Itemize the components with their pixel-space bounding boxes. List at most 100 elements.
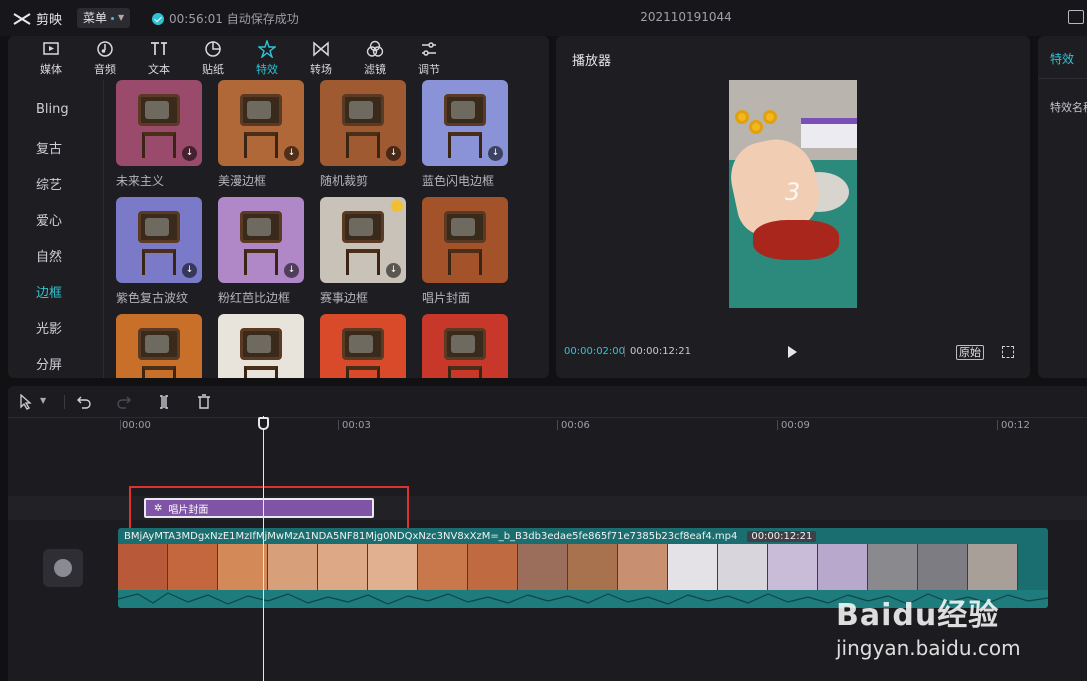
effect-label: 随机裁剪 [320, 174, 369, 188]
badge-icon [391, 200, 403, 212]
effect-card[interactable]: ↓ 美漫边框 [218, 80, 304, 189]
watermark: Baidu经验 jingyan.baidu.com [836, 590, 1021, 660]
effect-thumbnail: ↓ [218, 197, 304, 283]
tab-filter[interactable]: 滤镜 [348, 36, 402, 80]
undo-icon[interactable] [76, 394, 92, 410]
timeline-toolbar: ▼ [8, 386, 1087, 418]
fullscreen-icon[interactable] [1002, 346, 1014, 358]
resource-tabs: 媒体 音频 文本 贴纸 特效 转场 滤镜 调节 [8, 36, 549, 80]
category-nature[interactable]: 自然 [36, 246, 62, 265]
tab-effects[interactable]: 特效 [240, 36, 294, 80]
mute-audio-button[interactable] [43, 549, 83, 587]
chevron-down-icon[interactable]: ▼ [40, 396, 46, 405]
keyboard-shortcut-icon[interactable] [1068, 10, 1084, 24]
total-time: 00:00:12:21 [630, 346, 692, 357]
time-ruler[interactable]: 00:00 00:03 00:06 00:09 00:12 [8, 418, 1087, 432]
frame-thumbnail [118, 544, 168, 590]
effect-label: 未来主义 [116, 174, 165, 188]
cursor-icon[interactable] [18, 394, 34, 410]
ruler-tick [557, 420, 558, 430]
watermark-url: jingyan.baidu.com [836, 636, 1021, 660]
effect-card[interactable]: ↓ 未来主义 [116, 80, 202, 189]
ruler-tick [120, 420, 121, 430]
player-title: 播放器 [572, 54, 612, 69]
props-tab-effects[interactable]: 特效 [1050, 50, 1074, 67]
frame-thumbnail [668, 544, 718, 590]
effect-name-label: 特效名称 [1050, 101, 1087, 114]
frame-thumbnail [718, 544, 768, 590]
effect-card[interactable]: ↓ 赛事边框 [320, 197, 406, 306]
effect-card[interactable] [422, 314, 508, 378]
effect-card[interactable]: ↓ 蓝色闪电边框 [422, 80, 508, 189]
tv-image [240, 328, 282, 360]
video-frames [118, 544, 1048, 590]
effect-thumbnail [116, 314, 202, 378]
video-clip-header: BMjAyMTA3MDgxNzE1MzIfMjMwMzA1NDA5NF81Mjg… [118, 528, 1048, 544]
effect-card[interactable]: ↓ 粉红芭比边框 [218, 197, 304, 306]
category-split-screen[interactable]: 分屏 [36, 354, 62, 373]
effect-thumbnail: ↓ [218, 80, 304, 166]
tv-image [240, 211, 282, 243]
effect-card[interactable] [218, 314, 304, 378]
project-name: 202110191044 [640, 10, 732, 24]
category-heart[interactable]: 爱心 [36, 210, 62, 229]
stand-image [142, 366, 176, 378]
play-icon[interactable] [788, 346, 797, 358]
frame-thumbnail [618, 544, 668, 590]
playhead-handle[interactable] [258, 417, 269, 430]
video-file-name: BMjAyMTA3MDgxNzE1MzIfMjMwMzA1NDA5NF81Mjg… [124, 530, 738, 542]
effect-card[interactable] [116, 314, 202, 378]
video-preview[interactable]: 3 [729, 80, 857, 308]
tab-audio[interactable]: 音频 [78, 36, 132, 80]
ruler-tick [997, 420, 998, 430]
download-icon[interactable]: ↓ [386, 146, 401, 161]
tab-transition[interactable]: 转场 [294, 36, 348, 80]
frame-thumbnail [168, 544, 218, 590]
effect-label: 美漫边框 [218, 174, 267, 188]
category-light[interactable]: 光影 [36, 318, 62, 337]
tab-label: 音频 [94, 62, 116, 76]
video-duration: 00:00:12:21 [747, 530, 817, 542]
app-logo: 剪映 [12, 9, 62, 28]
tab-adjust[interactable]: 调节 [402, 36, 456, 80]
category-retro[interactable]: 复古 [36, 138, 62, 157]
effect-card[interactable]: ↓ 随机裁剪 [320, 80, 406, 189]
frame-thumbnail [318, 544, 368, 590]
download-icon[interactable]: ↓ [386, 263, 401, 278]
effect-categories: Bling 复古 综艺 爱心 自然 边框 光影 分屏 [8, 80, 104, 378]
audio-icon [97, 40, 113, 57]
download-icon[interactable]: ↓ [488, 146, 503, 161]
menu-button[interactable]: 菜单 ▼ [77, 8, 131, 28]
category-border[interactable]: 边框 [36, 282, 62, 301]
frame-thumbnail [268, 544, 318, 590]
tab-sticker[interactable]: 贴纸 [186, 36, 240, 80]
download-icon[interactable]: ↓ [182, 263, 197, 278]
menu-dot-icon [111, 16, 115, 20]
download-icon[interactable]: ↓ [182, 146, 197, 161]
effect-thumbnail: ↓ [116, 80, 202, 166]
ruler-label: 00:06 [561, 420, 590, 431]
watermark-brand: Baidu经验 [836, 598, 1000, 633]
tab-label: 文本 [148, 62, 170, 76]
frame-thumbnail [568, 544, 618, 590]
tab-media[interactable]: 媒体 [24, 36, 78, 80]
ratio-button[interactable]: 原始 [956, 345, 984, 360]
playhead-line[interactable] [263, 416, 264, 681]
effect-card[interactable]: ↓ 紫色复古波纹 [116, 197, 202, 306]
frame-thumbnail [768, 544, 818, 590]
effect-label: 唱片封面 [422, 291, 471, 305]
delete-icon[interactable] [196, 394, 212, 410]
split-icon[interactable] [156, 394, 172, 410]
download-icon[interactable]: ↓ [284, 263, 299, 278]
category-bling[interactable]: Bling [36, 102, 69, 117]
player-panel: 播放器 3 00:00:02:00 00:00:12:21 原始 [556, 36, 1030, 378]
effect-card[interactable] [320, 314, 406, 378]
stand-image [346, 249, 380, 275]
tv-image [138, 328, 180, 360]
tab-text[interactable]: 文本 [132, 36, 186, 80]
effect-thumbnail [218, 314, 304, 378]
stand-image [346, 132, 380, 158]
download-icon[interactable]: ↓ [284, 146, 299, 161]
category-variety[interactable]: 综艺 [36, 174, 62, 193]
effect-card[interactable]: 唱片封面 [422, 197, 508, 306]
